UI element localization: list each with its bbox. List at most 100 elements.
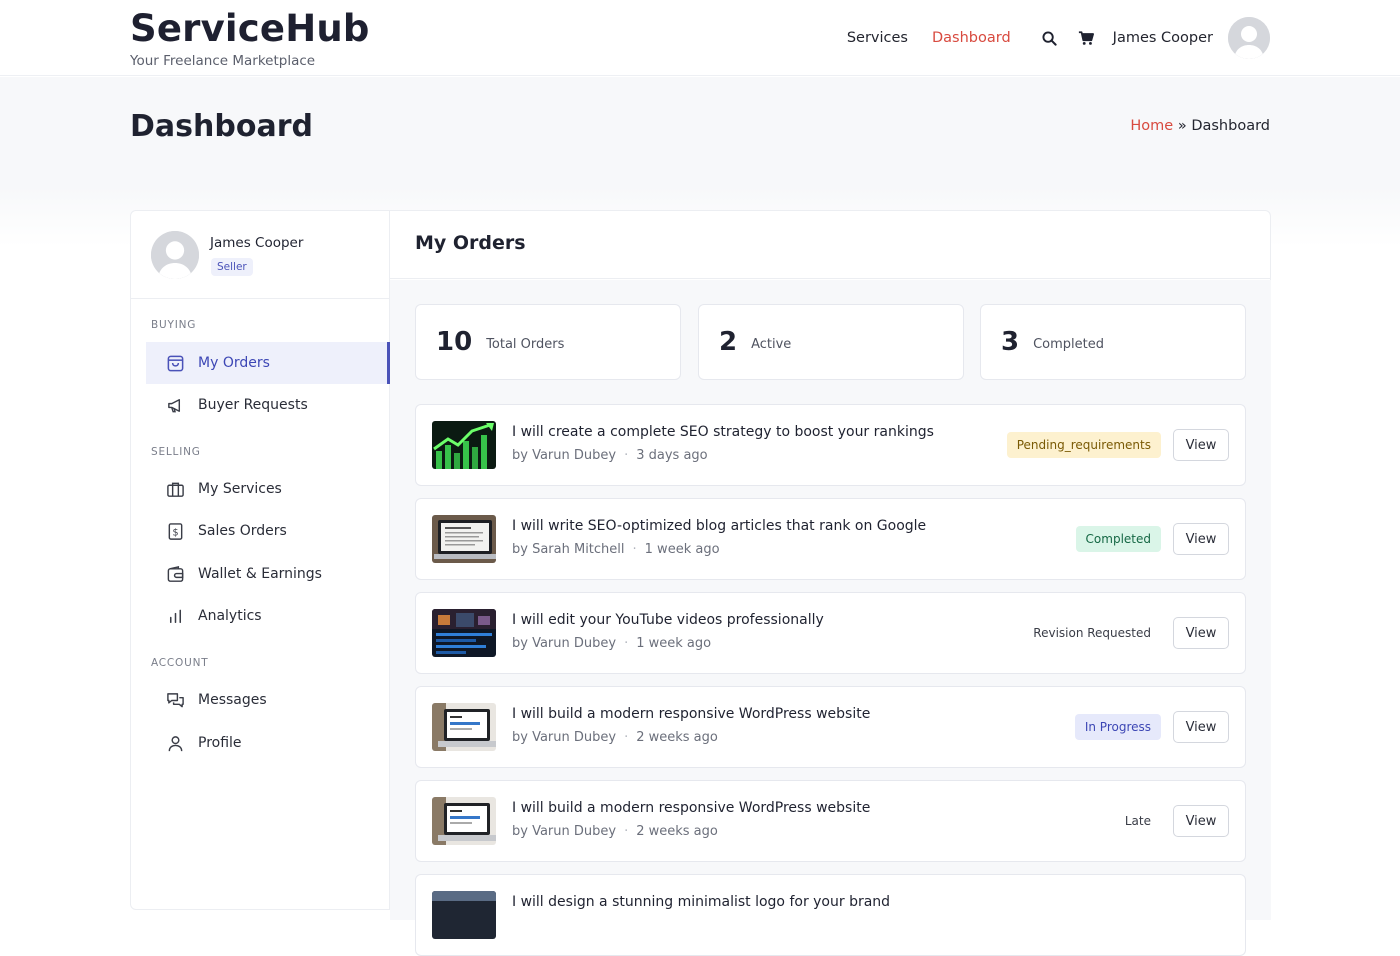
view-button[interactable]: View xyxy=(1173,805,1229,837)
view-button[interactable]: View xyxy=(1173,617,1229,649)
order-title[interactable]: I will design a stunning minimalist logo… xyxy=(512,894,890,910)
order-time: 3 days ago xyxy=(636,448,708,463)
sidebar-item-my-orders[interactable]: My Orders xyxy=(146,342,390,384)
status-badge: Revision Requested xyxy=(1033,626,1151,640)
orders-body: 10 Total Orders 2 Active 3 Completed I w… xyxy=(390,280,1271,956)
sidebar-item-label: Buyer Requests xyxy=(198,397,308,413)
status-badge: Pending_requirements xyxy=(1006,432,1161,458)
order-title[interactable]: I will build a modern responsive WordPre… xyxy=(512,706,870,722)
order-thumbnail xyxy=(432,891,496,939)
order-meta: by Varun Dubey · 2 weeks ago xyxy=(512,824,718,839)
order-thumbnail xyxy=(432,515,496,563)
nav-link-services[interactable]: Services xyxy=(847,30,908,46)
sidebar-item-buyer-requests[interactable]: Buyer Requests xyxy=(146,384,390,426)
order-card[interactable]: I will create a complete SEO strategy to… xyxy=(415,404,1246,486)
order-seller: by Varun Dubey xyxy=(512,730,617,745)
order-card[interactable]: I will build a modern responsive WordPre… xyxy=(415,686,1246,768)
stat-value: 2 xyxy=(719,327,738,357)
role-badge: Seller xyxy=(211,258,253,276)
stat-card-active: 2 Active xyxy=(698,304,964,380)
order-meta: by Varun Dubey · 1 week ago xyxy=(512,636,712,651)
sidebar-item-messages[interactable]: Messages xyxy=(146,679,390,721)
view-button[interactable]: View xyxy=(1173,711,1229,743)
order-card[interactable]: I will design a stunning minimalist logo… xyxy=(415,874,1246,956)
sidebar-item-label: Analytics xyxy=(198,608,262,624)
sidebar-item-profile[interactable]: Profile xyxy=(146,722,390,764)
order-time: 2 weeks ago xyxy=(636,824,718,839)
sidebar-profile: James Cooper Seller xyxy=(131,211,390,299)
sidebar-avatar xyxy=(151,231,199,279)
section-label-selling: SELLING xyxy=(151,446,201,458)
sidebar-item-label: Profile xyxy=(198,735,242,751)
breadcrumb-current: Dashboard xyxy=(1191,118,1270,134)
section-label-account: ACCOUNT xyxy=(151,657,209,669)
order-card[interactable]: I will build a modern responsive WordPre… xyxy=(415,780,1246,862)
order-time: 2 weeks ago xyxy=(636,730,718,745)
nav-link-dashboard[interactable]: Dashboard xyxy=(932,30,1011,46)
sidebar-item-label: Wallet & Earnings xyxy=(198,566,322,582)
order-seller: by Varun Dubey xyxy=(512,636,617,651)
order-meta: by Varun Dubey · 3 days ago xyxy=(512,448,708,463)
sidebar-item-label: Messages xyxy=(198,692,267,708)
dashboard-panel: James Cooper Seller BUYING My Orders Buy… xyxy=(130,210,1271,956)
order-card[interactable]: I will edit your YouTube videos professi… xyxy=(415,592,1246,674)
stat-value: 3 xyxy=(1001,327,1020,357)
search-icon[interactable] xyxy=(1041,29,1059,47)
section-title: My Orders xyxy=(415,232,526,254)
sidebar: James Cooper Seller BUYING My Orders Buy… xyxy=(131,211,390,909)
shopping-bag-icon xyxy=(165,353,185,373)
stat-label: Completed xyxy=(1033,336,1104,352)
dollar-receipt-icon: $ xyxy=(165,521,185,541)
stat-card-total: 10 Total Orders xyxy=(415,304,681,380)
view-button[interactable]: View xyxy=(1173,523,1229,555)
top-nav: Services Dashboard James Cooper xyxy=(847,17,1270,59)
sidebar-item-wallet-earnings[interactable]: Wallet & Earnings xyxy=(146,553,390,595)
order-meta: by Varun Dubey · 2 weeks ago xyxy=(512,730,718,745)
page-title-band: Dashboard Home » Dashboard xyxy=(0,77,1400,187)
view-button[interactable]: View xyxy=(1173,429,1229,461)
order-thumbnail xyxy=(432,797,496,845)
status-badge: Completed xyxy=(1075,526,1161,552)
cart-icon[interactable] xyxy=(1077,29,1095,47)
orders-content: My Orders 10 Total Orders 2 Active 3 Com… xyxy=(390,211,1271,956)
content-header: My Orders xyxy=(390,211,1271,279)
sidebar-item-my-services[interactable]: My Services xyxy=(146,468,390,510)
breadcrumb-home-link[interactable]: Home xyxy=(1130,118,1173,134)
order-title[interactable]: I will create a complete SEO strategy to… xyxy=(512,424,934,440)
briefcase-icon xyxy=(165,479,185,499)
order-time: 1 week ago xyxy=(636,636,712,651)
bar-chart-icon xyxy=(165,606,185,626)
breadcrumb-separator: » xyxy=(1177,118,1187,134)
sidebar-item-label: My Orders xyxy=(198,355,270,371)
sidebar-item-label: Sales Orders xyxy=(198,523,287,539)
order-seller: by Varun Dubey xyxy=(512,824,617,839)
avatar[interactable] xyxy=(1228,17,1270,59)
order-title[interactable]: I will edit your YouTube videos professi… xyxy=(512,612,824,628)
order-card[interactable]: I will write SEO-optimized blog articles… xyxy=(415,498,1246,580)
stat-label: Total Orders xyxy=(486,336,565,352)
order-title[interactable]: I will build a modern responsive WordPre… xyxy=(512,800,870,816)
order-time: 1 week ago xyxy=(644,542,720,557)
chat-icon xyxy=(165,690,185,710)
svg-text:$: $ xyxy=(172,527,178,538)
sidebar-item-sales-orders[interactable]: $ Sales Orders xyxy=(146,510,390,552)
stat-label: Active xyxy=(751,336,792,352)
sidebar-profile-name: James Cooper xyxy=(210,235,304,251)
order-seller: by Varun Dubey xyxy=(512,448,617,463)
order-thumbnail xyxy=(432,703,496,751)
order-meta: by Sarah Mitchell · 1 week ago xyxy=(512,542,720,557)
brand[interactable]: ServiceHub Your Freelance Marketplace xyxy=(130,6,370,70)
order-title[interactable]: I will write SEO-optimized blog articles… xyxy=(512,518,926,534)
brand-name[interactable]: ServiceHub xyxy=(130,6,370,52)
sidebar-item-analytics[interactable]: Analytics xyxy=(146,595,390,637)
status-badge: In Progress xyxy=(1074,714,1161,740)
order-seller: by Sarah Mitchell xyxy=(512,542,625,557)
megaphone-icon xyxy=(165,395,185,415)
sidebar-item-label: My Services xyxy=(198,481,282,497)
breadcrumb: Home » Dashboard xyxy=(1130,118,1270,134)
stat-card-completed: 3 Completed xyxy=(980,304,1246,380)
order-thumbnail xyxy=(432,421,496,469)
stat-value: 10 xyxy=(436,327,473,357)
wallet-icon xyxy=(165,564,185,584)
nav-user-name[interactable]: James Cooper xyxy=(1113,30,1213,46)
